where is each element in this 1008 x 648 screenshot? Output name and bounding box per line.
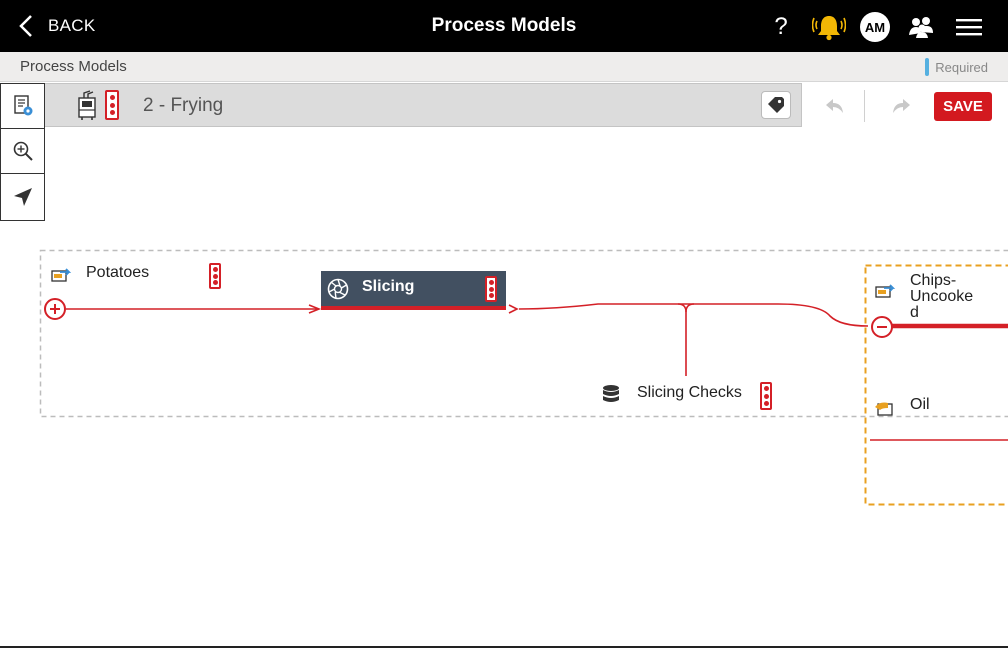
required-legend: Required bbox=[925, 58, 988, 76]
dot bbox=[109, 110, 115, 116]
chevron-left-icon bbox=[19, 15, 32, 37]
database-icon bbox=[603, 385, 619, 402]
node-label-chips-line2: d bbox=[910, 304, 919, 321]
process-title: 2 - Frying bbox=[143, 95, 224, 116]
zoom-in-tool-button[interactable] bbox=[1, 129, 44, 174]
back-label: BACK bbox=[48, 16, 96, 35]
required-label: Required bbox=[935, 59, 988, 75]
tool-panel bbox=[0, 83, 45, 221]
undo-icon[interactable] bbox=[822, 94, 848, 120]
hamburger-menu-icon[interactable] bbox=[956, 18, 982, 36]
document-settings-icon bbox=[13, 95, 32, 116]
slicing-checks-options-button[interactable] bbox=[760, 382, 772, 410]
dot bbox=[763, 393, 769, 399]
redo-icon[interactable] bbox=[888, 94, 914, 120]
dot bbox=[212, 266, 218, 272]
tag-button[interactable] bbox=[761, 91, 791, 119]
dot bbox=[488, 279, 494, 285]
step-node-slicing[interactable]: Slicing bbox=[321, 271, 506, 310]
dot bbox=[109, 94, 115, 100]
slicing-options-button[interactable] bbox=[485, 276, 497, 302]
app-root: BACK Process Models ? AM Process Models … bbox=[0, 0, 1008, 648]
flow-line-checks bbox=[685, 303, 695, 376]
top-icons: ? AM bbox=[768, 10, 982, 44]
step-group-boundary bbox=[39, 249, 1008, 418]
node-label-chips-line1: Chips-Uncooke bbox=[910, 272, 974, 305]
bell-alert-icon[interactable] bbox=[812, 12, 846, 42]
top-bar: BACK Process Models ? AM bbox=[0, 0, 1008, 52]
tag-icon bbox=[768, 97, 784, 113]
remove-output-port[interactable] bbox=[871, 316, 893, 338]
dot bbox=[488, 286, 494, 292]
input-material-icon bbox=[51, 268, 72, 282]
dot bbox=[488, 293, 494, 299]
navigate-tool-button[interactable] bbox=[1, 174, 44, 220]
process-options-button[interactable] bbox=[105, 90, 119, 120]
minus-icon bbox=[877, 326, 887, 328]
breadcrumb[interactable]: Process Models bbox=[20, 58, 127, 75]
aperture-icon bbox=[327, 278, 349, 300]
step-label-slicing: Slicing bbox=[362, 278, 415, 295]
document-tool-button[interactable] bbox=[1, 84, 44, 129]
back-button[interactable]: BACK bbox=[18, 10, 96, 42]
process-header: 2 - Frying bbox=[45, 83, 802, 127]
zoom-in-icon bbox=[13, 141, 33, 161]
node-label-chips[interactable]: Chips-Uncooke d bbox=[910, 273, 1008, 321]
plus-icon bbox=[50, 304, 60, 314]
dot bbox=[212, 273, 218, 279]
required-indicator bbox=[925, 58, 930, 76]
avatar[interactable]: AM bbox=[860, 12, 890, 42]
add-input-port[interactable] bbox=[44, 298, 66, 320]
navigation-arrow-icon bbox=[13, 188, 32, 206]
dot bbox=[763, 400, 769, 406]
save-button[interactable]: SAVE bbox=[934, 92, 992, 121]
dot bbox=[109, 102, 115, 108]
output-material-icon bbox=[875, 284, 896, 298]
toolbar-divider bbox=[864, 90, 865, 122]
oil-material-icon bbox=[875, 402, 893, 416]
fryer-icon bbox=[78, 90, 96, 120]
flow-line-slicing bbox=[518, 303, 869, 327]
help-icon[interactable]: ? bbox=[768, 13, 794, 41]
potatoes-options-button[interactable] bbox=[209, 263, 221, 289]
users-icon[interactable] bbox=[908, 15, 934, 39]
dot bbox=[212, 280, 218, 286]
node-label-oil[interactable]: Oil bbox=[910, 396, 930, 414]
node-label-potatoes[interactable]: Potatoes bbox=[86, 264, 149, 282]
dot bbox=[763, 386, 769, 392]
node-label-slicing-checks[interactable]: Slicing Checks bbox=[637, 384, 742, 402]
breadcrumb-bar: Process Models Required bbox=[0, 52, 1008, 82]
